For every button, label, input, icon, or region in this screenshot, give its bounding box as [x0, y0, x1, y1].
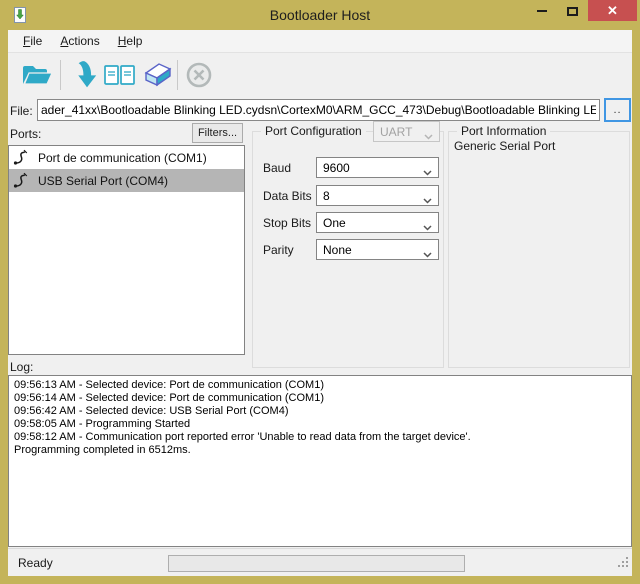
minimize-button[interactable] — [528, 0, 556, 22]
status-text: Ready — [18, 556, 53, 570]
verify-icon — [103, 61, 137, 89]
log-line: 09:56:14 AM - Selected device: Port de c… — [14, 392, 626, 405]
toolbar — [8, 53, 632, 96]
stop-bits-value: One — [323, 216, 346, 230]
file-label: File: — [10, 104, 33, 118]
data-bits-label: Data Bits — [263, 189, 312, 203]
minimize-icon — [537, 10, 547, 12]
baud-value: 9600 — [323, 161, 350, 175]
menu-file[interactable]: File — [14, 31, 51, 51]
log-line: Programming completed in 6512ms. — [14, 444, 626, 457]
parity-value: None — [323, 243, 352, 257]
status-bar: Ready — [8, 548, 632, 576]
menu-actions[interactable]: Actions — [51, 31, 108, 51]
maximize-icon — [567, 7, 578, 16]
open-file-icon — [20, 61, 54, 89]
data-bits-value: 8 — [323, 189, 330, 203]
toolbar-separator — [60, 60, 61, 90]
protocol-value: UART — [380, 125, 412, 139]
parity-label: Parity — [263, 243, 294, 257]
chevron-down-icon — [423, 165, 432, 179]
client-area: File Actions Help — [8, 30, 632, 576]
program-icon — [70, 60, 98, 90]
chevron-down-icon — [423, 247, 432, 261]
filters-button[interactable]: Filters... — [192, 123, 243, 143]
verify-button[interactable] — [101, 58, 139, 92]
data-bits-select[interactable]: 8 — [316, 185, 439, 206]
chevron-down-icon — [423, 193, 432, 207]
port-name: Port de communication (COM1) — [38, 151, 207, 165]
port-configuration-group: Port Configuration UART Baud 9600 Data B… — [252, 131, 444, 368]
menu-bar: File Actions Help — [8, 30, 632, 53]
titlebar: Bootloader Host ✕ — [0, 0, 640, 30]
port-information-group: Port Information Generic Serial Port — [448, 131, 630, 368]
log-output[interactable]: 09:56:13 AM - Selected device: Port de c… — [8, 375, 632, 547]
ports-label: Ports: — [10, 127, 41, 141]
chevron-down-icon — [423, 220, 432, 234]
port-list-item[interactable]: Port de communication (COM1) — [9, 146, 244, 169]
browse-button[interactable]: .. — [604, 98, 631, 122]
serial-port-icon — [12, 172, 29, 189]
chevron-down-icon — [424, 129, 433, 143]
parity-select[interactable]: None — [316, 239, 439, 260]
erase-icon — [137, 61, 173, 89]
log-line: 09:58:05 AM - Programming Started — [14, 418, 626, 431]
abort-button[interactable] — [183, 58, 215, 92]
log-line: 09:58:12 AM - Communication port reporte… — [14, 431, 626, 444]
stop-bits-select[interactable]: One — [316, 212, 439, 233]
progress-bar — [168, 555, 465, 572]
resize-grip-icon[interactable] — [618, 555, 629, 573]
file-path-input[interactable] — [37, 99, 600, 121]
program-button[interactable] — [68, 58, 100, 92]
baud-select[interactable]: 9600 — [316, 157, 439, 178]
close-button[interactable]: ✕ — [588, 0, 637, 21]
log-line: 09:56:13 AM - Selected device: Port de c… — [14, 379, 626, 392]
port-list-item-selected[interactable]: USB Serial Port (COM4) — [9, 169, 244, 192]
erase-button[interactable] — [135, 58, 175, 92]
bootloader-host-window: Bootloader Host ✕ File Actions Help — [0, 0, 640, 584]
protocol-select[interactable]: UART — [373, 121, 440, 142]
port-information-text: Generic Serial Port — [454, 139, 555, 153]
stop-bits-label: Stop Bits — [263, 216, 311, 230]
port-information-title: Port Information — [457, 124, 550, 138]
abort-icon — [185, 61, 213, 89]
maximize-button[interactable] — [558, 0, 586, 22]
log-line: 09:56:42 AM - Selected device: USB Seria… — [14, 405, 626, 418]
menu-help[interactable]: Help — [109, 31, 152, 51]
port-configuration-title: Port Configuration — [261, 124, 366, 138]
toolbar-separator — [177, 60, 178, 90]
log-label: Log: — [10, 360, 33, 374]
ports-list: Port de communication (COM1) USB Serial … — [8, 145, 245, 355]
open-file-button[interactable] — [18, 58, 56, 92]
close-icon: ✕ — [607, 4, 618, 17]
serial-port-icon — [12, 149, 29, 166]
port-name: USB Serial Port (COM4) — [38, 174, 168, 188]
baud-label: Baud — [263, 161, 291, 175]
